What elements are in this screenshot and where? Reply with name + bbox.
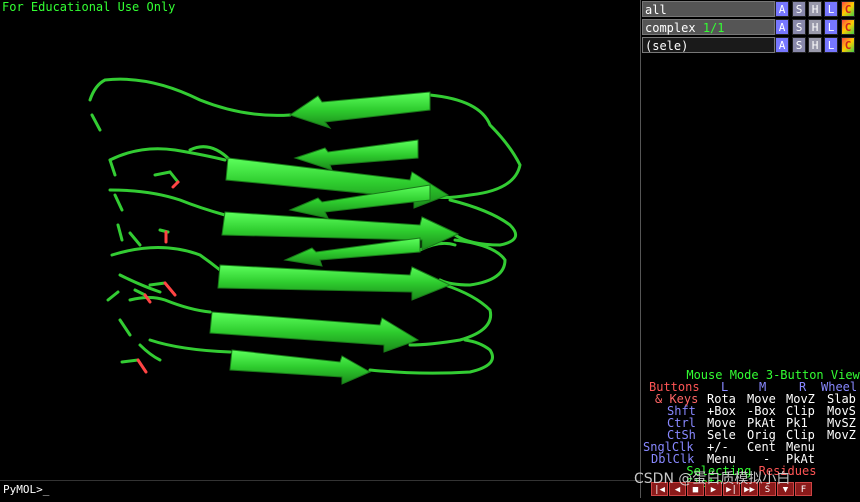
full-screen-button[interactable]: F [795,482,812,496]
object-row-all[interactable]: all A S H L C [642,1,860,18]
hide-button[interactable]: H [808,37,822,53]
object-row-sele[interactable]: (sele) A S H L C [642,37,860,54]
action-button[interactable]: A [775,1,789,17]
color-button[interactable]: C [841,19,855,35]
label-button[interactable]: L [824,1,838,17]
mouse-row: Shft +Box -Box Clip MovS [667,404,856,418]
mouse-row: & Keys Rota Move MovZ Slab [655,392,856,406]
command-line[interactable]: PyMOL>_ [0,480,640,498]
show-button[interactable]: S [792,19,806,35]
mouse-row: SnglClk +/- Cent Menu [643,440,815,454]
mouse-row: Ctrl Move PkAt Pk1 MvSZ [667,416,856,430]
show-button[interactable]: S [792,1,806,17]
object-name[interactable]: complex 1/1 [642,19,775,35]
action-button[interactable]: A [775,19,789,35]
state-count: 1/1 [702,21,725,35]
command-input[interactable]: PyMOL>_ [3,481,563,496]
side-chains [120,170,180,374]
csdn-watermark: CSDN @蛋白质模拟小白 [634,471,791,487]
molecular-viewport[interactable]: For Educational Use Only [0,0,640,480]
dashed-coils [90,113,142,337]
object-panel: all A S H L C complex 1/1 A S H L C (sel… [640,0,860,498]
educational-watermark: For Educational Use Only [2,0,176,14]
label-button[interactable]: L [824,19,838,35]
mouse-row: DblClk Menu - PkAt [651,452,815,466]
object-row-complex[interactable]: complex 1/1 A S H L C [642,19,860,36]
mouse-header: Buttons L M R Wheel [649,380,858,394]
object-list: all A S H L C complex 1/1 A S H L C (sel… [641,0,860,352]
object-name[interactable]: all [642,1,775,17]
protein-cartoon [88,77,522,385]
mouse-row: CtSh Sele Orig Clip MovZ [667,428,856,442]
color-button[interactable]: C [841,37,855,53]
label-button[interactable]: L [824,37,838,53]
hide-button[interactable]: H [808,1,822,17]
selecting-mode[interactable]: Selecting Residues [643,453,816,477]
mouse-mode-title[interactable]: Mouse Mode 3-Button Viewing [643,357,860,381]
beta-strands [209,91,460,385]
object-name[interactable]: (sele) [642,37,775,53]
hide-button[interactable]: H [808,19,822,35]
color-button[interactable]: C [841,1,855,17]
action-button[interactable]: A [775,37,789,53]
show-button[interactable]: S [792,37,806,53]
